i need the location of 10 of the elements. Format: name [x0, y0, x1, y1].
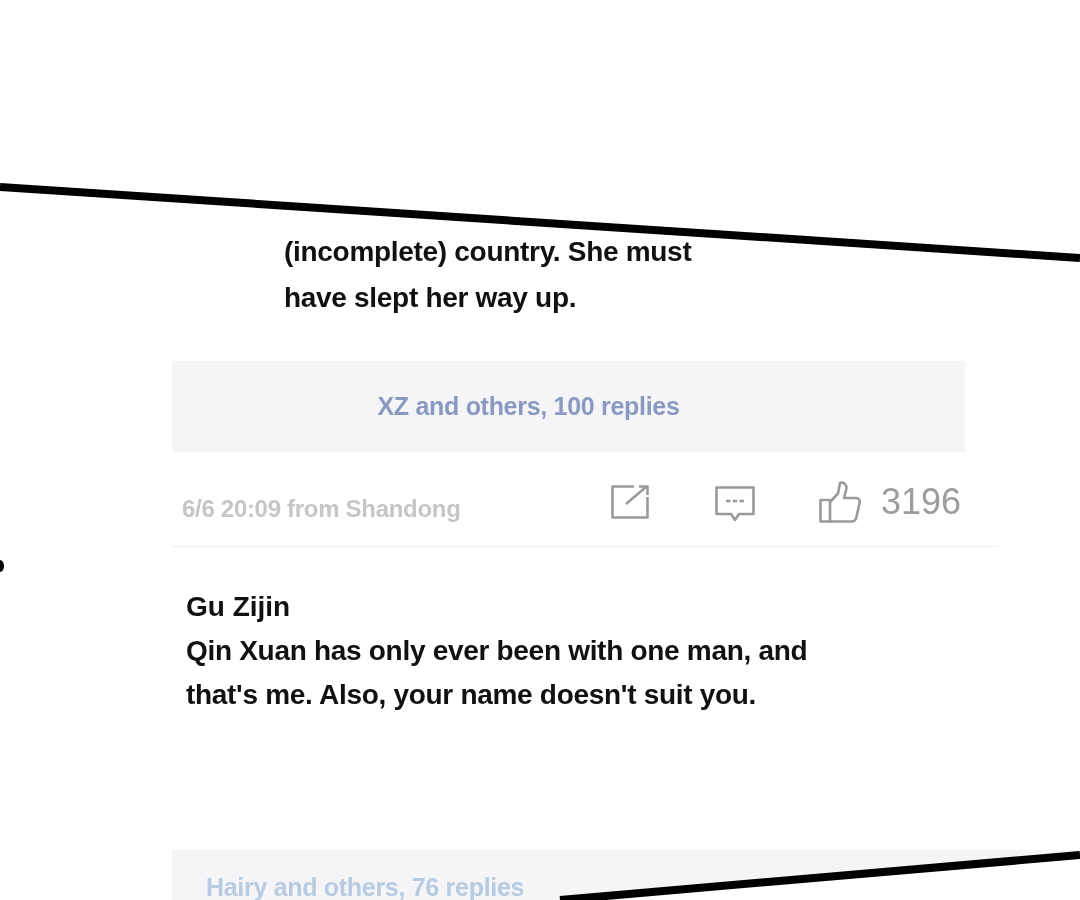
- comment-text: (incomplete) country. She must have slept her way up.: [284, 235, 692, 315]
- ink-mark-icon: [0, 560, 4, 572]
- share-icon[interactable]: [610, 485, 649, 519]
- comment-icon[interactable]: [714, 486, 755, 522]
- post-time-location: 6/6 20:09 from Shandong: [182, 495, 461, 523]
- comment-author: Gu Zijin: [186, 590, 291, 624]
- comment-text: Qin Xuan has only ever been with one man, and that's me. Also, your name doesn't suit you.: [186, 634, 808, 712]
- like-button[interactable]: 3196: [818, 481, 961, 523]
- thumbs-up-icon: [818, 481, 861, 523]
- view-replies-button[interactable]: XZ and others, 100 replies: [172, 361, 965, 452]
